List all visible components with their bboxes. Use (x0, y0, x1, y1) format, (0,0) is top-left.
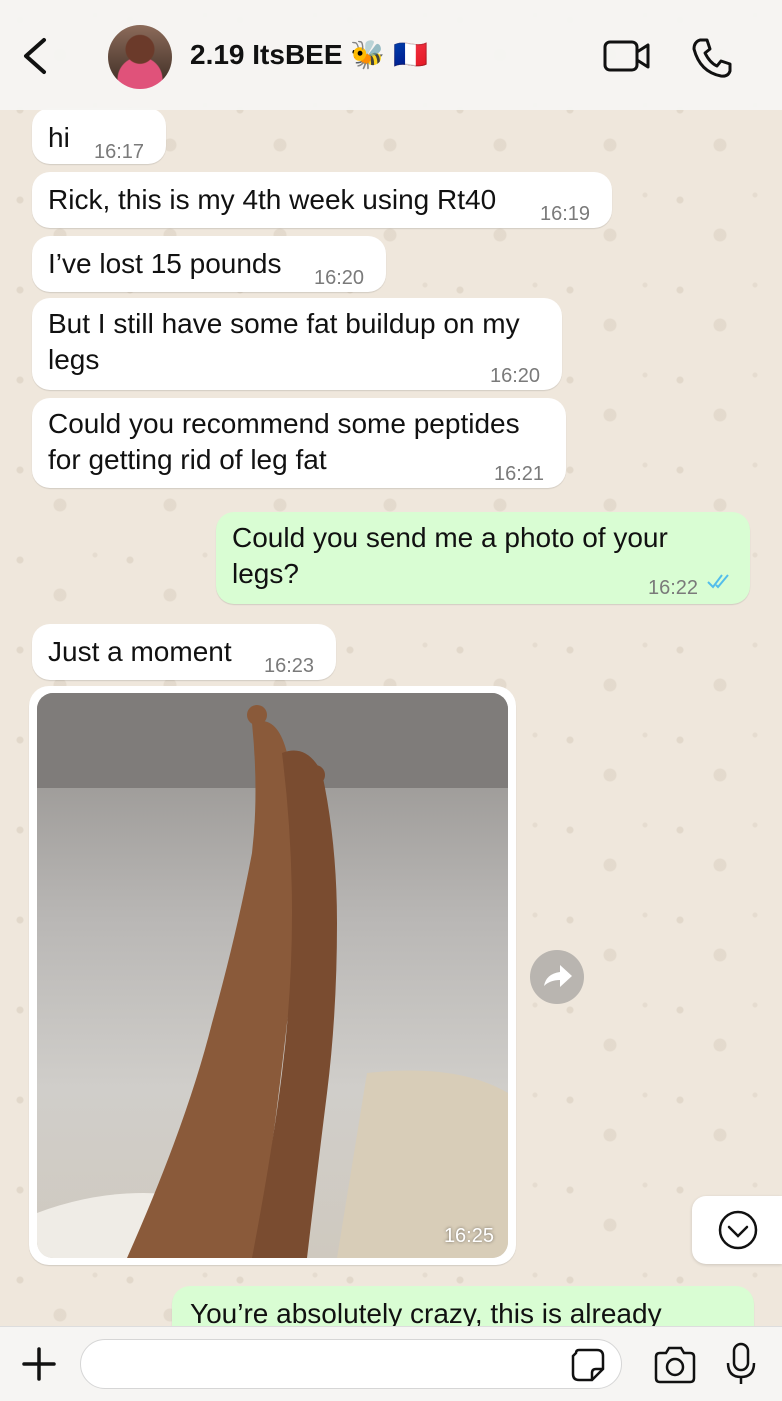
message-bubble[interactable]: I’ve lost 15 pounds 16:20 (32, 236, 386, 292)
camera-icon[interactable] (652, 1345, 698, 1385)
scroll-to-bottom-button[interactable] (692, 1196, 782, 1264)
back-arrow-icon[interactable] (18, 36, 54, 76)
message-time: 16:21 (494, 463, 545, 485)
message-time: 16:23 (264, 655, 315, 677)
message-time: 16:19 (540, 203, 591, 225)
message-bubble[interactable]: hi 16:17 (32, 108, 166, 164)
contact-name[interactable]: 2.19 ItsBEE 🐝 🇫🇷 (190, 38, 428, 71)
message-bubble[interactable]: But I still have some fat buildup on my … (32, 298, 562, 390)
message-time: 16:25 (443, 1225, 494, 1247)
photo[interactable]: 16:25 (37, 693, 508, 1258)
video-call-icon[interactable] (602, 36, 652, 76)
image-message[interactable]: 16:25 (29, 686, 516, 1265)
message-bubble[interactable]: Rick, this is my 4th week using Rt40 16:… (32, 172, 612, 228)
message-text: Could you send me a photo of your legs? (232, 522, 668, 589)
avatar[interactable] (108, 25, 172, 89)
photo-illustration (37, 693, 508, 1258)
message-time: 16:22 (648, 577, 699, 599)
message-bubble[interactable]: Just a moment 16:23 (32, 624, 336, 680)
microphone-icon[interactable] (724, 1341, 758, 1387)
sticker-icon[interactable] (570, 1347, 606, 1383)
message-text: Rick, this is my 4th week using Rt40 (48, 184, 497, 215)
forward-button[interactable] (530, 950, 584, 1004)
message-time: 16:20 (490, 365, 541, 387)
chevron-down-icon (718, 1210, 758, 1250)
message-text: Could you recommend some peptides for ge… (48, 408, 520, 475)
message-input[interactable] (80, 1339, 622, 1389)
message-time: 16:20 (314, 267, 365, 289)
plus-icon[interactable] (20, 1345, 58, 1383)
message-text: But I still have some fat buildup on my … (48, 308, 520, 375)
message-bubble[interactable]: Could you recommend some peptides for ge… (32, 398, 566, 488)
message-composer (0, 1326, 782, 1401)
forward-icon (544, 965, 572, 987)
message-time: 16:17 (94, 141, 145, 163)
phone-icon[interactable] (690, 36, 734, 80)
message-bubble-outgoing[interactable]: Could you send me a photo of your legs? … (216, 512, 750, 604)
read-receipt-icon (707, 574, 729, 589)
chat-header: 2.19 ItsBEE 🐝 🇫🇷 (0, 0, 782, 110)
